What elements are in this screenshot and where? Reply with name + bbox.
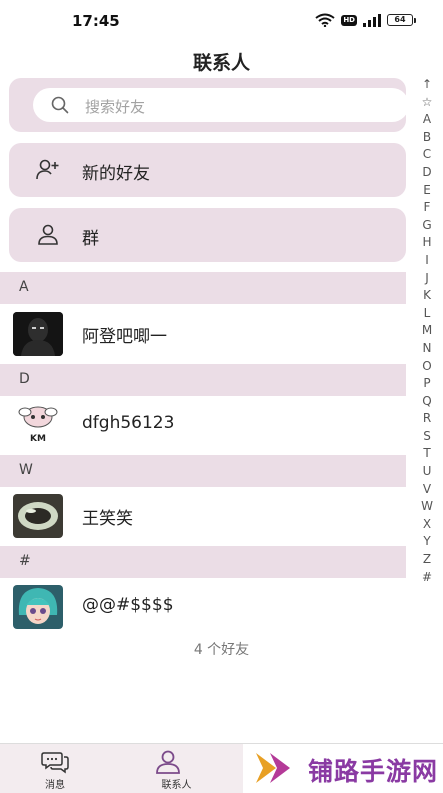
index-letter[interactable]: W [419, 498, 435, 516]
section-header-a: A [0, 272, 406, 304]
contact-row[interactable]: 阿登吧唧一 [0, 305, 406, 363]
index-letter[interactable]: B [419, 129, 435, 147]
watermark-logo-icon [256, 753, 290, 783]
index-letter[interactable]: E [419, 182, 435, 200]
new-friends-button[interactable]: 新的好友 [9, 143, 406, 197]
wifi-icon [315, 13, 335, 27]
user-icon [38, 224, 58, 245]
contact-name: 王笑笑 [82, 509, 133, 529]
index-letter[interactable]: Y [419, 533, 435, 551]
battery-icon: 64 [387, 14, 416, 26]
index-letter[interactable]: U [419, 463, 435, 481]
avatar [13, 312, 63, 356]
tab-contacts[interactable]: 联系人 [110, 744, 243, 793]
index-letter[interactable]: H [419, 234, 435, 252]
tab-messages[interactable]: 消息 [0, 744, 110, 793]
groups-label: 群 [82, 229, 99, 249]
index-letter[interactable]: R [419, 410, 435, 428]
index-letter[interactable]: J [419, 270, 435, 288]
index-letter[interactable]: O [419, 358, 435, 376]
index-letter[interactable]: ☆ [419, 94, 435, 112]
section-letter: D [19, 371, 30, 387]
alphabet-index[interactable]: ↑ ☆ A B C D E F G H I J K L M N O P Q R S T U V W X Y Z # [419, 76, 435, 586]
index-letter[interactable]: I [419, 252, 435, 270]
tab-contacts-label: 联系人 [161, 780, 192, 791]
status-icons: HD 64 [315, 13, 416, 27]
search-card: 搜索好友 [9, 78, 409, 132]
section-letter: W [19, 462, 33, 478]
contact-name: @@#$$$$ [82, 595, 174, 615]
section-letter: A [19, 279, 29, 295]
watermark-text: 铺路手游网 [308, 757, 439, 786]
contact-row[interactable]: 王笑笑 [0, 487, 406, 545]
avatar: KM [13, 403, 63, 447]
contact-name: 阿登吧唧一 [82, 327, 167, 347]
chat-icon [41, 752, 69, 774]
search-input[interactable]: 搜索好友 [33, 88, 409, 122]
status-bar: 17:45 HD 64 [0, 0, 443, 40]
index-letter[interactable]: C [419, 146, 435, 164]
hd-badge: HD [341, 14, 357, 26]
add-user-icon [36, 159, 59, 180]
index-letter[interactable]: K [419, 287, 435, 305]
index-letter[interactable]: # [419, 569, 435, 587]
contact-row[interactable]: KM dfgh56123 [0, 396, 406, 454]
index-letter[interactable]: M [419, 322, 435, 340]
index-letter[interactable]: Q [419, 393, 435, 411]
index-letter[interactable]: S [419, 428, 435, 446]
tab-messages-label: 消息 [45, 780, 65, 791]
watermark: 铺路手游网 [250, 740, 443, 793]
index-letter[interactable]: Z [419, 551, 435, 569]
index-letter[interactable]: V [419, 481, 435, 499]
page-title: 联系人 [192, 52, 250, 74]
index-letter[interactable]: N [419, 340, 435, 358]
contact-name: dfgh56123 [82, 413, 175, 433]
index-letter[interactable]: P [419, 375, 435, 393]
search-placeholder: 搜索好友 [85, 98, 146, 116]
index-letter[interactable]: G [419, 217, 435, 235]
index-letter[interactable]: D [419, 164, 435, 182]
section-header-d: D [0, 364, 406, 396]
section-header-hash: # [0, 546, 406, 578]
index-letter[interactable]: A [419, 111, 435, 129]
section-header-w: W [0, 455, 406, 487]
avatar [13, 494, 63, 538]
new-friends-label: 新的好友 [82, 164, 150, 184]
user-icon [156, 750, 180, 774]
index-letter[interactable]: F [419, 199, 435, 217]
search-icon [51, 96, 69, 114]
section-letter: # [19, 553, 31, 569]
signal-icon [363, 13, 381, 27]
avatar-text: KM [30, 434, 46, 444]
status-time: 17:45 [72, 12, 120, 30]
index-letter[interactable]: T [419, 445, 435, 463]
avatar [13, 585, 63, 629]
groups-button[interactable]: 群 [9, 208, 406, 262]
index-letter[interactable]: L [419, 305, 435, 323]
index-letter[interactable]: X [419, 516, 435, 534]
index-letter[interactable]: ↑ [419, 76, 435, 94]
friend-count: 4 个好友 [193, 642, 250, 658]
contact-row[interactable]: @@#$$$$ [0, 578, 406, 636]
